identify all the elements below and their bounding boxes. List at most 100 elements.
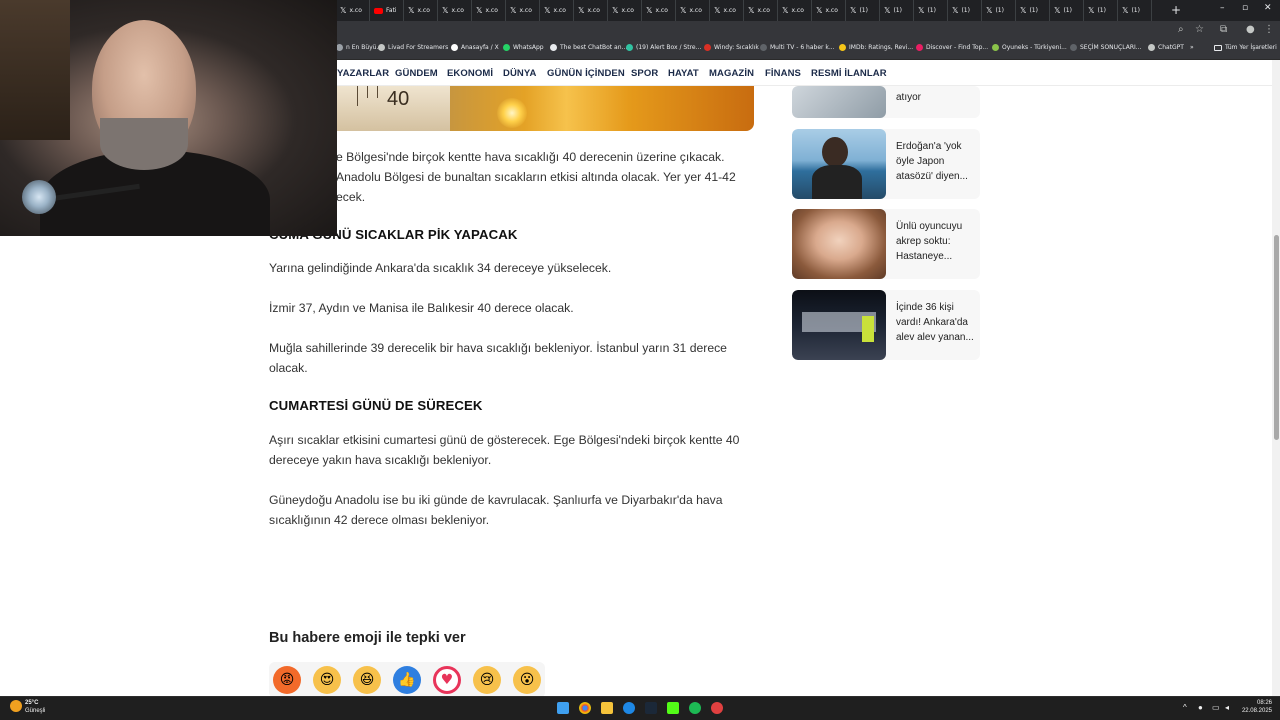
browser-tab[interactable]: 𝕏x.co bbox=[812, 0, 846, 21]
nav-item[interactable]: HAYAT bbox=[668, 68, 699, 79]
browser-tab[interactable]: 𝕏x.co bbox=[574, 0, 608, 21]
browser-tab[interactable]: 𝕏 (1) bbox=[1084, 0, 1118, 21]
nav-item[interactable]: GÜNDEM bbox=[395, 68, 438, 79]
browser-tab[interactable]: 𝕏 (1) bbox=[846, 0, 880, 21]
bookmark-item[interactable]: The best ChatBot an... bbox=[550, 44, 627, 51]
browser-tab[interactable]: 𝕏x.co bbox=[438, 0, 472, 21]
bookmark-item[interactable]: Windy: Sıcaklık bbox=[704, 44, 759, 51]
bookmark-item[interactable]: n En Büyü... bbox=[336, 44, 382, 51]
volume-icon[interactable]: ◂ bbox=[1225, 704, 1229, 712]
sidebar-news-card[interactable]: Ünlü oyuncuyu akrep soktu: Hastaneye... bbox=[792, 209, 980, 279]
x-icon: 𝕏 bbox=[510, 6, 517, 15]
app-icon[interactable] bbox=[623, 702, 635, 714]
menu-kebab-icon[interactable]: ⋮ bbox=[1264, 24, 1274, 35]
zoom-icon[interactable]: ⌕ bbox=[1178, 24, 1184, 35]
browser-tab[interactable]: 𝕏 (1) bbox=[982, 0, 1016, 21]
extensions-icon[interactable]: ⧉ bbox=[1220, 24, 1227, 35]
close-window-icon[interactable]: ✕ bbox=[1264, 3, 1272, 13]
emoji-like-button[interactable]: 👍 bbox=[393, 666, 421, 694]
browser-tab[interactable]: 𝕏 (1) bbox=[1050, 0, 1084, 21]
article-paragraph-4-line-1: Muğla sahillerinde 39 derecelik bir hava… bbox=[269, 341, 727, 355]
browser-tab[interactable]: 𝕏x.co bbox=[540, 0, 574, 21]
file-explorer-icon[interactable] bbox=[601, 702, 613, 714]
browser-tab[interactable]: 𝕏x.co bbox=[336, 0, 370, 21]
nav-item[interactable]: DÜNYA bbox=[503, 68, 536, 79]
bookmarks-more-button[interactable]: » bbox=[1190, 44, 1194, 51]
nav-item[interactable]: RESMİ İLANLAR bbox=[811, 68, 887, 79]
x-icon: 𝕏 bbox=[680, 6, 687, 15]
bookmark-favicon-icon bbox=[451, 44, 458, 51]
browser-tab[interactable]: 𝕏x.co bbox=[710, 0, 744, 21]
steam-icon[interactable] bbox=[645, 702, 657, 714]
sidebar-news-card[interactable]: atıyor bbox=[792, 86, 980, 118]
tray-chevron-icon[interactable]: ^ bbox=[1183, 704, 1187, 712]
browser-tab[interactable]: 𝕏x.co bbox=[608, 0, 642, 21]
bookmark-item[interactable]: ChatGPT bbox=[1148, 44, 1184, 51]
mic-tray-icon[interactable]: ● bbox=[1198, 704, 1203, 712]
bookmark-item[interactable]: Multi TV - 6 haber k... bbox=[760, 44, 835, 51]
sidebar-news-card[interactable]: İçinde 36 kişi vardı! Ankara'da alev ale… bbox=[792, 290, 980, 360]
nav-item[interactable]: YAZARLAR bbox=[337, 68, 389, 79]
browser-tab[interactable]: 𝕏 (1) bbox=[914, 0, 948, 21]
browser-tab[interactable]: 𝕏x.co bbox=[642, 0, 676, 21]
new-tab-button[interactable]: + bbox=[1171, 3, 1181, 17]
bookmark-item[interactable]: Oyuneks - Türkiyeni... bbox=[992, 44, 1067, 51]
tab-label: (1) bbox=[961, 7, 970, 14]
bookmark-item[interactable]: WhatsApp bbox=[503, 44, 544, 51]
bookmark-label: Discover - Find Top... bbox=[926, 44, 989, 51]
clock-time[interactable]: 08:26 bbox=[1244, 700, 1272, 707]
all-bookmarks-button[interactable]: Tüm Yer İşaretleri bbox=[1214, 44, 1277, 51]
browser-tab[interactable]: 𝕏 (1) bbox=[880, 0, 914, 21]
emoji-wow-button[interactable]: 😮 bbox=[513, 666, 541, 694]
browser-tab[interactable]: 𝕏x.co bbox=[744, 0, 778, 21]
browser-tab[interactable]: 𝕏x.co bbox=[506, 0, 540, 21]
browser-tab[interactable]: Fati bbox=[370, 0, 404, 21]
nav-item[interactable]: MAGAZİN bbox=[709, 68, 754, 79]
emoji-love-button[interactable]: 😍 bbox=[313, 666, 341, 694]
network-icon[interactable]: ▭ bbox=[1212, 704, 1220, 712]
nav-item[interactable]: GÜNÜN İÇİNDEN bbox=[547, 68, 625, 79]
x-icon: 𝕏 bbox=[850, 6, 857, 15]
app-icon[interactable] bbox=[711, 702, 723, 714]
spotify-icon[interactable] bbox=[689, 702, 701, 714]
nav-item[interactable]: SPOR bbox=[631, 68, 658, 79]
bookmark-star-icon[interactable]: ☆ bbox=[1195, 24, 1204, 35]
kick-icon[interactable] bbox=[667, 702, 679, 714]
emoji-heart-button[interactable]: ♥ bbox=[433, 666, 461, 694]
emoji-sad-button[interactable]: 😢 bbox=[473, 666, 501, 694]
news-thumbnail bbox=[792, 290, 886, 360]
browser-tab[interactable]: 𝕏x.co bbox=[472, 0, 506, 21]
bookmark-item[interactable]: SEÇİM SONUÇLARI... bbox=[1070, 44, 1142, 51]
browser-tab[interactable]: 𝕏 (1) bbox=[1016, 0, 1050, 21]
minimize-icon[interactable]: – bbox=[1220, 3, 1225, 13]
browser-tab[interactable]: 𝕏x.co bbox=[778, 0, 812, 21]
chrome-icon[interactable] bbox=[579, 702, 591, 714]
bookmark-item[interactable]: Livad For Streamers bbox=[378, 44, 448, 51]
start-menu-icon[interactable] bbox=[557, 702, 569, 714]
page-scrollbar-thumb[interactable] bbox=[1274, 235, 1279, 440]
tab-label: (1) bbox=[1029, 7, 1038, 14]
bookmark-item[interactable]: IMDb: Ratings, Revi... bbox=[839, 44, 913, 51]
restore-icon[interactable]: ▫ bbox=[1242, 3, 1248, 13]
bookmark-item[interactable]: Anasayfa / X bbox=[451, 44, 499, 51]
folder-icon bbox=[1214, 44, 1222, 51]
nav-item[interactable]: FİNANS bbox=[765, 68, 801, 79]
bookmark-item[interactable]: (19) Alert Box / Stre... bbox=[626, 44, 701, 51]
profile-avatar-icon[interactable]: ● bbox=[1246, 24, 1255, 35]
emoji-laugh-button[interactable]: 😆 bbox=[353, 666, 381, 694]
sidebar-news-card[interactable]: Erdoğan'a 'yok öyle Japon atasözü' diyen… bbox=[792, 129, 980, 199]
weather-desc: Güneşli bbox=[25, 708, 46, 714]
tab-label: (1) bbox=[859, 7, 868, 14]
news-headline: Erdoğan'a 'yok öyle Japon atasözü' diyen… bbox=[896, 141, 968, 182]
article-paragraph-4-line-2: olacak. bbox=[269, 361, 308, 375]
emoji-angry-button[interactable]: 😡 bbox=[273, 666, 301, 694]
browser-tab[interactable]: 𝕏x.co bbox=[676, 0, 710, 21]
weather-icon[interactable] bbox=[10, 700, 22, 712]
clock-date[interactable]: 22.08.2025 bbox=[1240, 708, 1272, 715]
bookmark-item[interactable]: Discover - Find Top... bbox=[916, 44, 988, 51]
bookmark-favicon-icon bbox=[626, 44, 633, 51]
browser-tab[interactable]: 𝕏 (1) bbox=[1118, 0, 1152, 21]
browser-tab[interactable]: 𝕏x.co bbox=[404, 0, 438, 21]
nav-item[interactable]: EKONOMİ bbox=[447, 68, 493, 79]
browser-tab[interactable]: 𝕏 (1) bbox=[948, 0, 982, 21]
